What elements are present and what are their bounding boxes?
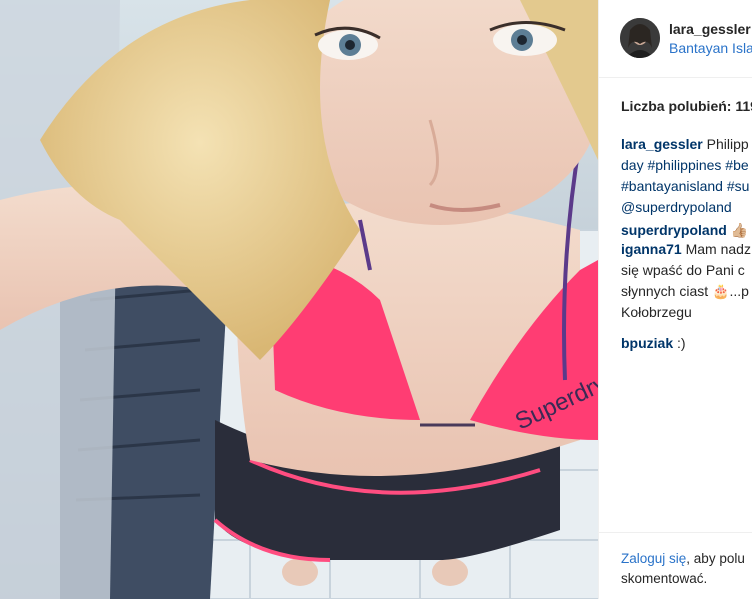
- post-sidebar: lara_gessler Bantayan Isla Liczba polubi…: [599, 0, 752, 599]
- login-prompt-text: skomentować.: [621, 571, 708, 586]
- comment-text: Mam nadz: [685, 241, 751, 257]
- comment-text: Kołobrzegu: [621, 304, 692, 320]
- post-username[interactable]: lara_gessler: [669, 21, 751, 37]
- thumbs-up-icon: 👍🏼: [730, 222, 749, 238]
- login-prompt: Zaloguj się, aby polu skomentować.: [621, 549, 745, 589]
- comment-item: lara_gessler Philipp day #philippines #b…: [621, 134, 752, 218]
- login-prompt-text: , aby polu: [686, 551, 745, 566]
- comment-username[interactable]: lara_gessler: [621, 136, 703, 152]
- login-link[interactable]: Zaloguj się: [621, 551, 686, 566]
- comment-text[interactable]: #bantayanisland #su: [621, 176, 752, 197]
- selfie-image: Superdry: [0, 0, 598, 599]
- avatar[interactable]: [620, 18, 660, 58]
- comment-username[interactable]: iganna71: [621, 241, 682, 257]
- post-photo[interactable]: Superdry: [0, 0, 598, 599]
- comment-item: superdrypoland 👍🏼: [621, 220, 752, 241]
- comment-item: iganna71 Mam nadz się wpaść do Pani c sł…: [621, 239, 752, 323]
- comments-list: lara_gessler Philipp day #philippines #b…: [621, 134, 752, 364]
- comment-text: :): [677, 335, 686, 351]
- comment-text[interactable]: @superdrypoland: [621, 197, 752, 218]
- comment-text: słynnych ciast 🎂...p: [621, 283, 749, 299]
- comment-text[interactable]: day #philippines #be: [621, 155, 752, 176]
- avatar-image: [620, 18, 660, 58]
- comment-item: bpuziak :): [621, 333, 752, 354]
- likes-count[interactable]: Liczba polubień: 119: [621, 98, 752, 114]
- comment-username[interactable]: bpuziak: [621, 335, 673, 351]
- post-location[interactable]: Bantayan Isla: [669, 40, 752, 56]
- divider: [599, 532, 752, 533]
- comment-username[interactable]: superdrypoland: [621, 222, 727, 238]
- comment-text: Philipp: [706, 136, 749, 152]
- comment-text: się wpaść do Pani c: [621, 262, 745, 278]
- post-header: lara_gessler Bantayan Isla: [599, 0, 752, 78]
